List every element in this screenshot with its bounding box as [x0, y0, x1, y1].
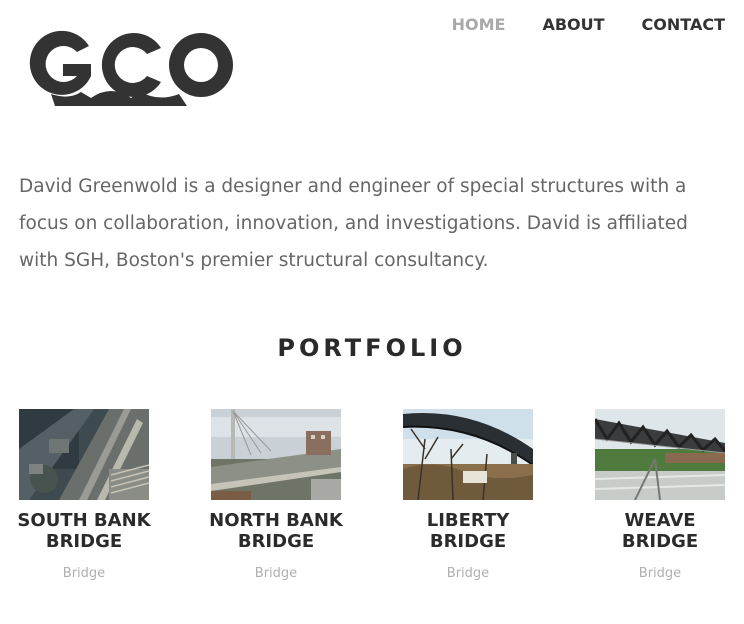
bridge-photo[interactable]	[595, 409, 725, 500]
portfolio-item-weave[interactable]: WEAVE BRIDGE Bridge	[595, 409, 725, 581]
portfolio-item-category: Bridge	[446, 566, 490, 581]
title-line-2: BRIDGE	[237, 531, 315, 552]
portfolio-title: PORTFOLIO	[277, 334, 467, 362]
portfolio-item-title[interactable]: LIBERTY BRIDGE	[383, 510, 553, 552]
bridge-photo[interactable]	[211, 409, 341, 500]
nav-contact[interactable]: CONTACT	[642, 15, 725, 34]
main-nav: HOME ABOUT CONTACT	[452, 15, 725, 34]
portfolio-item-south-bank[interactable]: SOUTH BANK BRIDGE Bridge	[17, 409, 151, 581]
nav-about[interactable]: ABOUT	[542, 15, 604, 34]
portfolio-item-title[interactable]: SOUTH BANK BRIDGE	[0, 510, 169, 552]
portfolio-grid: SOUTH BANK BRIDGE Bridge NORTH BANK BRID…	[17, 409, 725, 581]
bridge-photo[interactable]	[403, 409, 533, 500]
gco-logo[interactable]	[19, 24, 235, 106]
nav-home[interactable]: HOME	[452, 15, 506, 34]
title-line-1: WEAVE	[624, 510, 696, 531]
title-line-1: LIBERTY	[426, 510, 510, 531]
portfolio-item-category: Bridge	[638, 566, 682, 581]
portfolio-item-liberty[interactable]: LIBERTY BRIDGE Bridge	[403, 409, 533, 581]
title-line-2: BRIDGE	[621, 531, 699, 552]
title-line-1: SOUTH BANK	[17, 510, 151, 531]
portfolio-item-category: Bridge	[254, 566, 298, 581]
portfolio-item-category: Bridge	[62, 566, 106, 581]
aerial-photo[interactable]	[19, 409, 149, 500]
title-line-2: BRIDGE	[45, 531, 123, 552]
portfolio-item-title[interactable]: WEAVE BRIDGE	[575, 510, 744, 552]
intro-paragraph: David Greenwold is a designer and engine…	[19, 176, 688, 271]
portfolio-item-title[interactable]: NORTH BANK BRIDGE	[191, 510, 361, 552]
title-line-1: NORTH BANK	[209, 510, 343, 531]
title-line-2: BRIDGE	[429, 531, 507, 552]
portfolio-item-north-bank[interactable]: NORTH BANK BRIDGE Bridge	[209, 409, 343, 581]
